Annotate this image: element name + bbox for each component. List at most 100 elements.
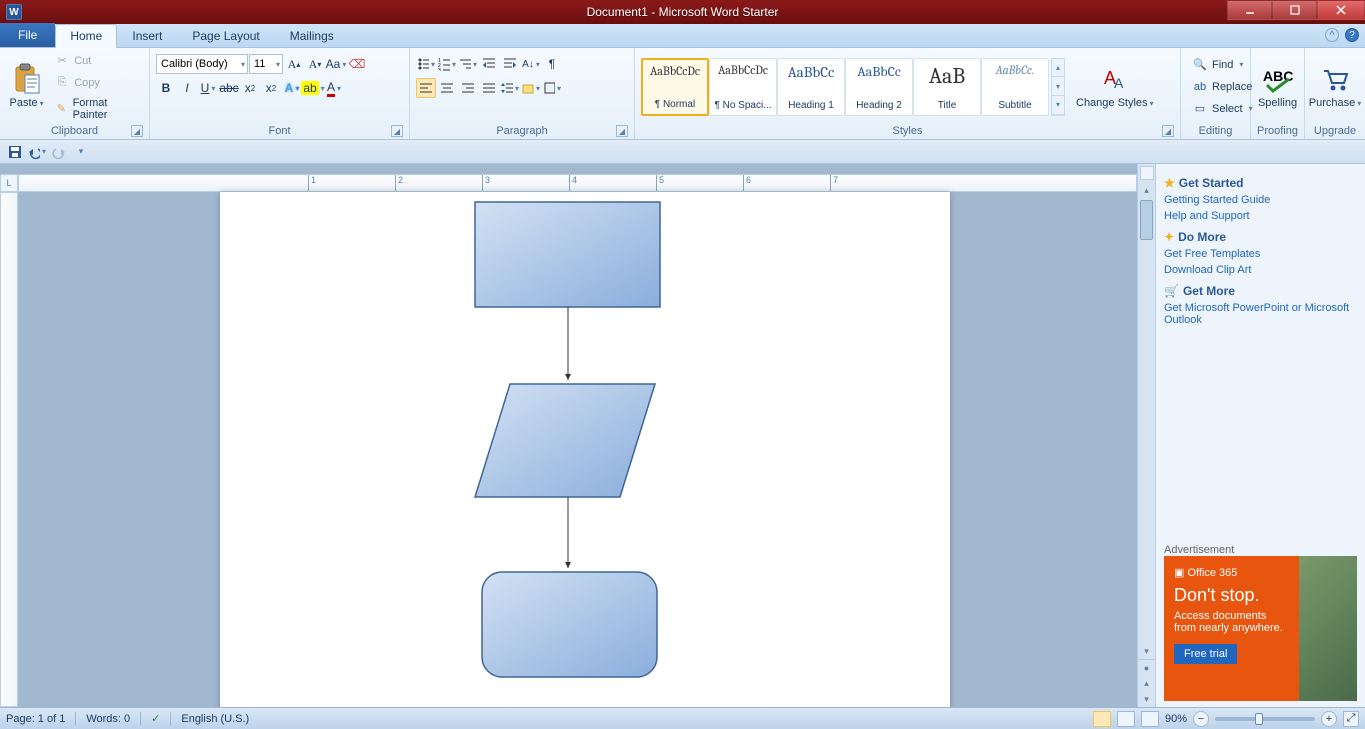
change-case-button[interactable]: Aa <box>326 54 346 74</box>
purchase-label: Purchase <box>1309 97 1362 109</box>
select-button[interactable]: ▭Select <box>1187 99 1258 119</box>
replace-button[interactable]: abReplace <box>1187 77 1258 97</box>
ad-cta-button[interactable]: Free trial <box>1174 644 1237 664</box>
minimize-button[interactable] <box>1227 0 1272 20</box>
status-words[interactable]: Words: 0 <box>86 713 130 725</box>
word-app-icon: W <box>6 4 22 20</box>
proofing-status-icon[interactable]: ✓ <box>151 712 160 725</box>
help-icon[interactable]: ? <box>1345 28 1359 42</box>
flowchart-data-shape <box>475 384 655 497</box>
underline-button[interactable]: U <box>198 78 218 98</box>
zoom-level[interactable]: 90% <box>1165 713 1187 725</box>
vertical-scrollbar[interactable]: ▴ ▾ ● ▴ ▾ <box>1137 164 1155 707</box>
font-dialog-launcher[interactable]: ◢ <box>391 125 403 137</box>
minimize-ribbon-icon[interactable]: ^ <box>1325 28 1339 42</box>
change-styles-button[interactable]: AA Change Styles <box>1071 60 1159 112</box>
window-title: Document1 - Microsoft Word Starter <box>587 5 779 19</box>
document-area[interactable]: L 1234567 ▴ ▾ ● ▴ ▾ <box>0 164 1155 707</box>
link-getting-started[interactable]: Getting Started Guide <box>1164 194 1357 206</box>
tab-mailings[interactable]: Mailings <box>275 23 349 47</box>
decrease-indent-button[interactable] <box>479 54 499 74</box>
find-label: Find <box>1212 59 1233 71</box>
paste-button[interactable]: Paste <box>6 60 47 112</box>
copy-button[interactable]: ⎘Copy <box>49 73 143 93</box>
tab-selector[interactable]: L <box>0 174 18 192</box>
align-right-button[interactable] <box>458 78 478 98</box>
line-spacing-button[interactable] <box>500 78 520 98</box>
styles-scroll[interactable]: ▴▾▾ <box>1051 58 1065 116</box>
highlight-button[interactable]: ab <box>303 78 323 98</box>
status-page[interactable]: Page: 1 of 1 <box>6 713 65 725</box>
increase-indent-button[interactable] <box>500 54 520 74</box>
font-color-button[interactable]: A <box>324 78 344 98</box>
style-title[interactable]: AaBTitle <box>913 58 981 116</box>
horizontal-ruler[interactable]: 1234567 <box>18 174 1137 192</box>
zoom-in-button[interactable]: + <box>1321 711 1337 727</box>
tab-insert[interactable]: Insert <box>117 23 177 47</box>
ruler-toggle[interactable] <box>1140 166 1154 180</box>
link-clipart[interactable]: Download Clip Art <box>1164 264 1357 276</box>
vertical-ruler[interactable] <box>0 192 18 707</box>
justify-button[interactable] <box>479 78 499 98</box>
clear-formatting-button[interactable]: ⌫ <box>347 54 367 74</box>
subscript-button[interactable]: x2 <box>240 78 260 98</box>
superscript-button[interactable]: x2 <box>261 78 281 98</box>
zoom-slider[interactable] <box>1215 717 1315 721</box>
sort-button[interactable]: A↓ <box>521 54 541 74</box>
document-page[interactable] <box>220 192 950 707</box>
font-size-select[interactable]: 11▾ <box>249 54 283 74</box>
save-button[interactable] <box>6 143 24 161</box>
text-effects-button[interactable]: A <box>282 78 302 98</box>
multilevel-list-button[interactable] <box>458 54 478 74</box>
maximize-button[interactable] <box>1272 0 1317 20</box>
style-subtitle[interactable]: AaBbCc.Subtitle <box>981 58 1049 116</box>
show-marks-button[interactable]: ¶ <box>542 54 562 74</box>
grow-font-button[interactable]: A▴ <box>284 54 304 74</box>
zoom-out-button[interactable]: − <box>1193 711 1209 727</box>
style-heading-2[interactable]: AaBbCcHeading 2 <box>845 58 913 116</box>
borders-button[interactable] <box>542 78 562 98</box>
file-tab[interactable]: File <box>0 23 55 47</box>
clipboard-dialog-launcher[interactable]: ◢ <box>131 125 143 137</box>
spelling-button[interactable]: ABC Spelling <box>1257 60 1298 112</box>
copy-icon: ⎘ <box>54 75 70 91</box>
qat-customize[interactable]: ▾ <box>72 143 90 161</box>
styles-dialog-launcher[interactable]: ◢ <box>1162 125 1174 137</box>
fit-to-window-button[interactable]: ⤢ <box>1343 711 1359 727</box>
shrink-font-button[interactable]: A▾ <box>305 54 325 74</box>
tab-page-layout[interactable]: Page Layout <box>177 23 274 47</box>
style-heading-1[interactable]: AaBbCcHeading 1 <box>777 58 845 116</box>
undo-button[interactable] <box>28 143 46 161</box>
link-help-support[interactable]: Help and Support <box>1164 210 1357 222</box>
style---no-spaci---[interactable]: AaBbCcDc¶ No Spaci... <box>709 58 777 116</box>
font-name-select[interactable]: Calibri (Body)▾ <box>156 54 248 74</box>
numbering-button[interactable]: 123 <box>437 54 457 74</box>
fullscreen-reading-view[interactable] <box>1117 711 1135 727</box>
tab-home[interactable]: Home <box>55 24 117 48</box>
paste-label: Paste <box>10 97 44 109</box>
link-templates[interactable]: Get Free Templates <box>1164 248 1357 260</box>
change-styles-icon: AA <box>1099 63 1131 95</box>
bullets-button[interactable] <box>416 54 436 74</box>
strikethrough-button[interactable]: abc <box>219 78 239 98</box>
style---normal[interactable]: AaBbCcDc¶ Normal <box>641 58 709 116</box>
align-left-button[interactable] <box>416 78 436 98</box>
redo-button[interactable] <box>50 143 68 161</box>
find-button[interactable]: 🔍 Find <box>1187 55 1258 75</box>
web-layout-view[interactable] <box>1141 711 1159 727</box>
cut-button[interactable]: ✂Cut <box>49 51 143 71</box>
align-center-button[interactable] <box>437 78 457 98</box>
shading-button[interactable] <box>521 78 541 98</box>
paragraph-dialog-launcher[interactable]: ◢ <box>616 125 628 137</box>
link-get-office[interactable]: Get Microsoft PowerPoint or Microsoft Ou… <box>1164 302 1357 326</box>
format-painter-button[interactable]: ✎Format Painter <box>49 95 143 123</box>
purchase-button[interactable]: Purchase <box>1311 60 1359 112</box>
scrollbar-thumb[interactable] <box>1140 200 1153 240</box>
advertisement[interactable]: ▣ Office 365 Don't stop. Access document… <box>1164 556 1357 701</box>
find-icon: 🔍 <box>1192 57 1208 73</box>
print-layout-view[interactable] <box>1093 711 1111 727</box>
status-language[interactable]: English (U.S.) <box>181 713 249 725</box>
bold-button[interactable]: B <box>156 78 176 98</box>
italic-button[interactable]: I <box>177 78 197 98</box>
close-button[interactable] <box>1317 0 1365 20</box>
